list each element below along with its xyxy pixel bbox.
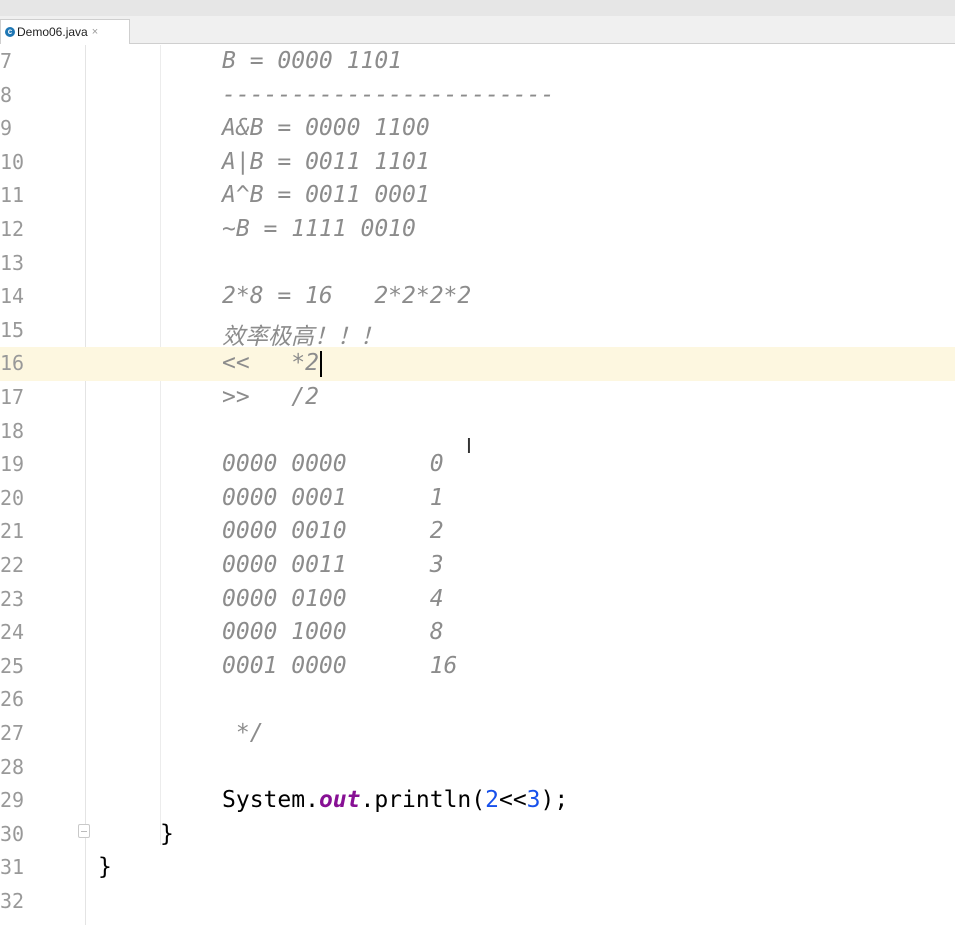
code-line: 11 A^B = 0011 0001	[0, 179, 955, 213]
line-number: 23	[0, 586, 25, 611]
tab-filename: Demo06.java	[17, 25, 88, 39]
line-number: 18	[0, 418, 25, 443]
code-token-number: 3	[526, 787, 541, 814]
line-number: 20	[0, 485, 25, 510]
comment-text: >> /2	[222, 384, 319, 410]
code-token-method: .println(	[360, 787, 486, 814]
window-top-strip	[0, 0, 955, 16]
code-line: 8 ------------------------	[0, 79, 955, 113]
code-line: 32	[0, 885, 955, 919]
comment-text: 0001 0000 16	[222, 652, 458, 679]
code-line: 24 0000 1000 8	[0, 616, 955, 650]
line-number: 22	[0, 553, 25, 577]
code-line: 30 }	[0, 818, 955, 852]
code-token-field: out	[318, 787, 361, 814]
tab-close-icon[interactable]: ×	[92, 26, 98, 38]
java-class-icon: c	[5, 27, 15, 37]
code-statement: System.out.println(2<<3);	[222, 787, 568, 813]
code-line: 21 0000 0010 2	[0, 515, 955, 549]
comment-text: 效率极高！！！	[222, 323, 383, 350]
tab-demo06-java[interactable]: c Demo06.java ×	[0, 19, 130, 44]
comment-text: B = 0000 1101	[222, 48, 403, 74]
line-number: 19	[0, 452, 25, 477]
code-token-number: 2	[485, 787, 499, 814]
code-line: 26	[0, 683, 955, 717]
code-line: 13	[0, 247, 955, 281]
code-line: 29 System.out.println(2<<3);	[0, 784, 955, 818]
line-number: 30	[0, 821, 25, 846]
code-editor[interactable]: 7 B = 0000 1101 8 ----------------------…	[0, 45, 955, 925]
code-line: 19 0000 0000 0	[0, 448, 955, 482]
code-line: 15 效率极高！！！	[0, 314, 955, 350]
code-line: 17 >> /2	[0, 381, 955, 415]
line-number: 25	[0, 653, 25, 678]
code-line: 22 0000 0011 3	[0, 549, 955, 583]
comment-text: 0000 0001 1	[222, 484, 444, 511]
code-brace: }	[98, 854, 112, 881]
line-number: 12	[0, 217, 25, 241]
line-number: 16	[0, 351, 25, 376]
comment-text: A|B = 0011 1101	[222, 148, 430, 175]
line-number: 32	[0, 889, 25, 913]
code-line: 28	[0, 751, 955, 785]
line-number: 15	[0, 317, 25, 342]
current-code-line: 16 << *2	[0, 347, 955, 381]
comment-text: ------------------------	[222, 81, 555, 108]
code-line: 18	[0, 415, 955, 449]
comment-text: 2*8 = 16 2*2*2*2	[222, 283, 472, 310]
line-number: 26	[0, 687, 25, 712]
comment-text: 0000 1000 8	[222, 619, 444, 646]
line-number: 17	[0, 385, 25, 409]
code-line: 31 }	[0, 851, 955, 885]
comment-text: A&B = 0000 1100	[222, 115, 430, 142]
line-number: 7	[0, 49, 13, 73]
code-line: 10 A|B = 0011 1101	[0, 146, 955, 180]
line-number: 9	[0, 116, 13, 141]
text-cursor-icon: I	[466, 434, 472, 458]
comment-text: A^B = 0011 0001	[222, 182, 430, 209]
comment-text: 0000 0010 2	[222, 518, 444, 545]
code-line: 7 B = 0000 1101	[0, 45, 955, 79]
code-brace: }	[160, 820, 174, 847]
code-line: 27 */	[0, 717, 955, 751]
line-number: 21	[0, 519, 25, 544]
code-line: 14 2*8 = 16 2*2*2*2	[0, 280, 955, 314]
line-number: 10	[0, 149, 25, 174]
line-number: 31	[0, 855, 25, 880]
comment-end-text: */	[222, 720, 264, 746]
comment-text: 0000 0011 3	[222, 552, 444, 578]
text-caret	[319, 350, 322, 377]
code-token-class: System.	[222, 787, 319, 814]
line-number: 11	[0, 183, 25, 208]
editor-tab-bar: c Demo06.java ×	[0, 16, 955, 44]
comment-text: 0000 0000 0	[222, 451, 444, 478]
code-line: 12 ~B = 1111 0010	[0, 213, 955, 247]
code-line: 20 0000 0001 1	[0, 482, 955, 516]
line-number: 27	[0, 721, 25, 745]
comment-text: << *2	[222, 350, 319, 377]
code-line: 25 0001 0000 16	[0, 650, 955, 684]
line-number: 29	[0, 788, 25, 813]
line-number: 13	[0, 250, 25, 275]
code-token-punct: );	[540, 787, 569, 814]
code-token-operator: <<	[498, 787, 527, 814]
code-line: 9 A&B = 0000 1100	[0, 112, 955, 146]
line-number: 14	[0, 284, 25, 309]
line-number: 8	[0, 82, 13, 107]
line-number: 24	[0, 620, 25, 645]
comment-text: 0000 0100 4	[222, 585, 444, 612]
code-line: 23 0000 0100 4	[0, 583, 955, 617]
line-number: 28	[0, 754, 25, 779]
fold-icon[interactable]	[78, 823, 90, 838]
comment-text: ~B = 1111 0010	[222, 216, 416, 242]
